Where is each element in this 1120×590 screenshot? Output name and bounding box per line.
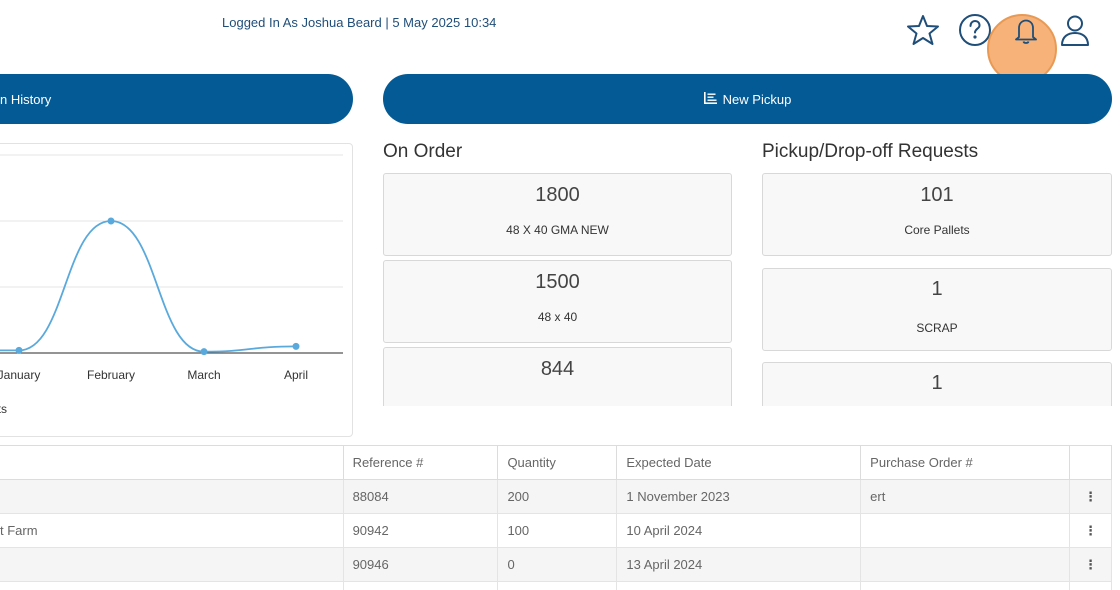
chart-x-tick-label: April [284,368,308,382]
chart-data-point [292,342,300,350]
user-icon[interactable] [1057,12,1093,48]
chart-data-point [15,346,23,354]
expected-date-cell: 10 April 2024 [616,513,862,548]
name-cell [0,547,344,582]
top-bar: Logged In As Joshua Beard | 5 May 2025 1… [0,0,1120,84]
table-row[interactable]: t Farm 90942 100 10 April 2024 ⋮ [0,513,1113,548]
on-order-card[interactable]: 844 [383,347,732,406]
name-cell: t Farm [0,513,344,548]
star-icon[interactable] [905,12,941,48]
dashboard-page: Logged In As Joshua Beard | 5 May 2025 1… [0,0,1120,590]
pickup-request-value: 101 [920,184,954,206]
expected-date-cell: 1 November 2023 [616,479,862,514]
pickup-request-card[interactable]: 1 SCRAP [762,268,1112,351]
on-order-value: 844 [540,358,575,380]
expected-date-cell [616,581,862,590]
on-order-label: 48 X 40 GMA NEW [506,223,609,237]
pickup-requests-cards: 101 Core Pallets 1 SCRAP 1 [758,170,1116,406]
row-menu-icon[interactable]: ⋮ [1068,513,1113,548]
on-order-title: On Order [383,141,463,162]
chart-series-line [0,220,297,353]
purchase-order-cell [860,513,1070,548]
purchase-order-cell [860,547,1070,582]
quantity-cell [497,581,618,590]
chart-x-tick-label: February [87,368,135,382]
orders-table: Reference # Quantity Expected Date Purch… [0,445,1113,590]
table-header-row: Reference # Quantity Expected Date Purch… [0,445,1113,480]
list-icon [703,91,718,107]
line-chart: January February March April ets [0,154,343,416]
reference-cell: 88084 [342,479,499,514]
chart-card: January February March April ets [0,143,353,437]
table-row[interactable]: 88084 200 1 November 2023 ert ⋮ [0,479,1113,514]
table-row[interactable]: 90946 0 13 April 2024 ⋮ [0,547,1113,582]
chart-data-point [200,348,208,356]
on-order-card[interactable]: 1500 48 x 40 [383,260,732,343]
pickup-requests-title: Pickup/Drop-off Requests [762,141,979,162]
history-button[interactable]: n History [0,74,353,124]
on-order-value: 1500 [535,271,580,293]
quantity-cell: 0 [497,547,618,582]
reference-cell: 90942 [342,513,499,548]
history-button-label: n History [0,91,52,107]
new-pickup-button[interactable]: New Pickup [383,74,1112,124]
on-order-cards: 1800 48 X 40 GMA NEW 1500 48 x 40 844 [380,170,736,406]
row-menu-icon[interactable] [1068,581,1113,590]
expected-date-cell: 13 April 2024 [616,547,862,582]
reference-cell [342,581,499,590]
pickup-request-value: 1 [931,278,943,300]
quantity-cell: 100 [497,513,618,548]
quantity-cell: 200 [497,479,618,514]
bell-icon[interactable] [1008,12,1044,48]
pickup-request-card[interactable]: 101 Core Pallets [762,173,1112,256]
pickup-request-card[interactable]: 1 [762,362,1112,406]
column-header-purchase-order[interactable]: Purchase Order # [860,445,1070,480]
column-header-actions [1068,445,1113,480]
column-header-expected-date[interactable]: Expected Date [616,445,862,480]
on-order-card[interactable]: 1800 48 X 40 GMA NEW [383,173,732,256]
purchase-order-cell: ert [860,479,1070,514]
row-menu-icon[interactable]: ⋮ [1068,547,1113,582]
name-cell [0,581,344,590]
chart-x-tick-label: January [0,368,40,382]
pickup-request-label: SCRAP [916,321,958,335]
column-header-quantity[interactable]: Quantity [497,445,618,480]
login-info: Logged In As Joshua Beard | 5 May 2025 1… [222,15,497,30]
chart-data-point [107,217,115,225]
name-cell [0,479,344,514]
pickup-request-label: Core Pallets [904,223,970,237]
new-pickup-label: New Pickup [722,91,792,107]
reference-cell: 90946 [342,547,499,582]
on-order-label: 48 x 40 [537,310,578,324]
on-order-value: 1800 [535,184,580,206]
purchase-order-cell [860,581,1070,590]
pickup-request-value: 1 [931,372,943,394]
column-header-reference[interactable]: Reference # [342,445,499,480]
chart-legend-label: ets [0,402,7,416]
column-header-name[interactable] [0,445,344,480]
chart-x-tick-label: March [187,368,220,382]
row-menu-icon[interactable]: ⋮ [1068,479,1113,514]
table-row[interactable] [0,581,1113,590]
